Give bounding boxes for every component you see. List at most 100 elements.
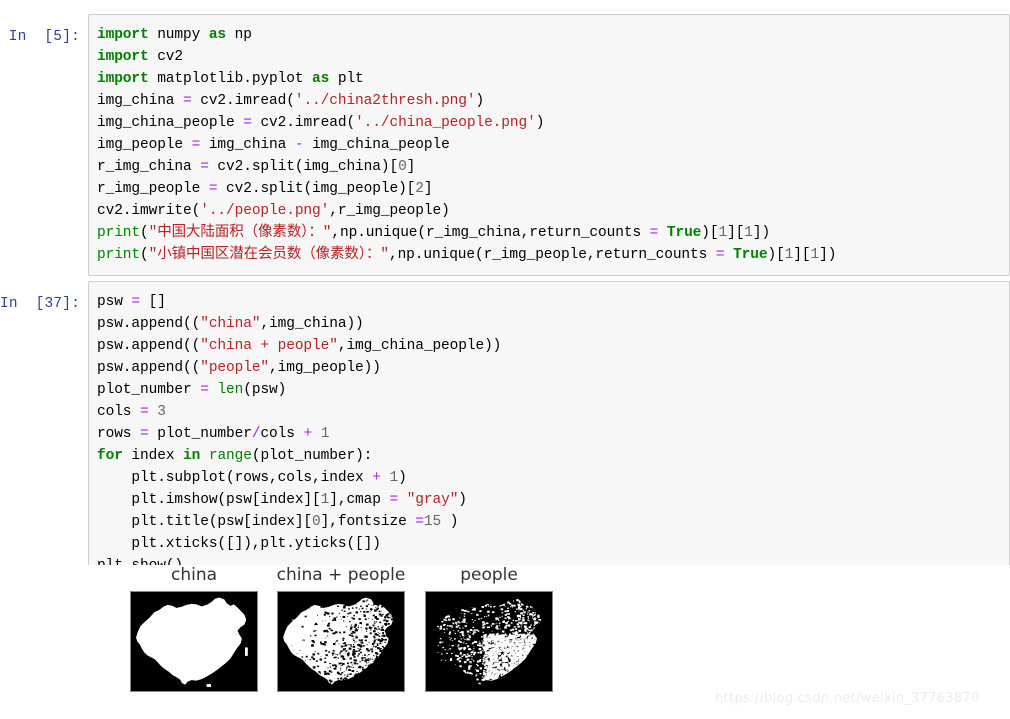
notebook-cell-2[interactable]: In [37]: psw = [] psw.append(("china",img… xyxy=(0,281,1010,587)
code-token: ][ xyxy=(793,247,811,263)
code-line: psw = [] xyxy=(97,291,1003,313)
code-token: ) xyxy=(535,115,545,131)
code-token: (psw) xyxy=(243,382,287,398)
code-token: 1 xyxy=(320,492,330,508)
code-token: '../people.png' xyxy=(200,203,330,219)
code-token: ] xyxy=(406,159,416,175)
code-token: 2 xyxy=(415,181,424,197)
code-token: ,r_img_people) xyxy=(329,203,450,219)
code-token: print xyxy=(97,247,141,263)
code-token: "china + people" xyxy=(200,338,338,354)
code-line: r_img_people = cv2.split(img_people)[2] xyxy=(97,178,1003,200)
code-token: cols xyxy=(260,426,304,442)
code-line: rows = plot_number/cols + 1 xyxy=(97,423,1003,445)
code-token: img_china xyxy=(200,137,295,153)
cell-2-code-editor[interactable]: psw = [] psw.append(("china",img_china)) p… xyxy=(88,281,1010,587)
code-token: plt.subplot(rows,cols,index xyxy=(97,470,373,486)
code-token: ]) xyxy=(752,225,771,241)
code-token: psw.append(( xyxy=(97,316,201,332)
code-token: plt.imshow(psw[index][ xyxy=(97,492,321,508)
code-line: print("小镇中国区潜在会员数（像素数）：",np.unique(r_img… xyxy=(97,244,1003,266)
code-token: ][ xyxy=(727,225,745,241)
subplot-image xyxy=(277,591,405,692)
code-line: plot_number = len(psw) xyxy=(97,379,1003,401)
code-token: = xyxy=(389,492,399,508)
code-token: plot_number xyxy=(97,382,201,398)
cell-1-code-editor[interactable]: import numpy as np import cv2 import matpl… xyxy=(88,14,1010,276)
code-token: 0 xyxy=(312,514,321,530)
code-token: ,np.unique(r_img_china,return_counts xyxy=(331,225,650,241)
code-token: = xyxy=(200,382,209,398)
notebook-cell-1[interactable]: In [5]: import numpy as np import cv2 impo… xyxy=(0,14,1010,276)
code-token: ,np.unique(r_img_people,return_counts xyxy=(388,247,716,263)
code-token: 1 xyxy=(718,225,728,241)
code-token: ]) xyxy=(819,247,837,263)
code-token: 0 xyxy=(398,159,407,175)
code-token: cv2 xyxy=(148,49,184,65)
code-line: plt.imshow(psw[index][1],cmap = "gray") xyxy=(97,489,1003,511)
code-token: + xyxy=(372,470,381,486)
code-token: img_china xyxy=(97,93,184,109)
code-token: "people" xyxy=(200,360,270,376)
code-token: plt xyxy=(329,71,364,87)
code-token: '../china_people.png' xyxy=(355,115,536,131)
code-line: for index in range(plot_number): xyxy=(97,445,1003,467)
code-token: import xyxy=(97,49,149,65)
code-token: True xyxy=(733,247,768,263)
code-line: import matplotlib.pyplot as plt xyxy=(97,68,1003,90)
code-token: index xyxy=(122,448,184,464)
code-token: "小镇中国区潜在会员数（像素数）：" xyxy=(148,247,389,263)
code-line: cv2.imwrite('../people.png',r_img_people… xyxy=(97,200,1003,222)
code-token: "中国大陆面积（像素数）：" xyxy=(148,225,332,241)
code-line: img_people = img_china - img_china_peopl… xyxy=(97,134,1003,156)
code-token: ],fontsize xyxy=(320,514,416,530)
code-line: img_china_people = cv2.imread('../china_… xyxy=(97,112,1003,134)
code-line: plt.title(psw[index][0],fontsize =15 ) xyxy=(97,511,1003,533)
code-token: = xyxy=(191,137,201,153)
code-token: import xyxy=(97,27,149,43)
code-token: '../china2thresh.png' xyxy=(294,93,476,109)
cell-2-prompt-label: In [37]: xyxy=(0,296,81,312)
code-token: "china" xyxy=(200,316,261,332)
code-token: 1 xyxy=(784,247,794,263)
code-token: = xyxy=(649,225,659,241)
code-token: cols xyxy=(97,404,141,420)
blog-watermark: https://blog.csdn.net/weixin_37763870 xyxy=(715,691,980,706)
subplot-image xyxy=(130,591,258,692)
code-token: ,img_china_people)) xyxy=(337,338,502,354)
code-token: cv2.split(img_china)[ xyxy=(208,159,399,175)
code-token: )[ xyxy=(701,225,719,241)
code-token: plt.title(psw[index][ xyxy=(97,514,313,530)
code-token: r_img_people xyxy=(97,181,209,197)
code-line: psw.append(("china",img_china)) xyxy=(97,313,1003,335)
code-token: [] xyxy=(140,294,166,310)
code-line: img_china = cv2.imread('../china2thresh.… xyxy=(97,90,1003,112)
code-token: 3 xyxy=(157,404,166,420)
code-token: ( xyxy=(140,225,149,241)
code-token: r_img_china xyxy=(97,159,201,175)
code-token: img_china_people xyxy=(303,137,450,153)
code-token: plot_number xyxy=(148,426,252,442)
code-token: 1 xyxy=(320,426,330,442)
code-token: print xyxy=(97,225,141,241)
code-token: cv2.imread( xyxy=(251,115,356,131)
cell-1-prompt-label: In [5]: xyxy=(8,29,80,45)
code-line: import cv2 xyxy=(97,46,1003,68)
code-token: rows xyxy=(97,426,141,442)
code-token: range xyxy=(208,448,252,464)
code-line: psw.append(("people",img_people)) xyxy=(97,357,1003,379)
code-token: psw.append(( xyxy=(97,338,201,354)
code-token: as xyxy=(312,71,330,87)
code-token: (plot_number): xyxy=(251,448,373,464)
code-token: psw xyxy=(97,294,132,310)
code-token: ] xyxy=(423,181,433,197)
code-token: 1 xyxy=(810,247,820,263)
code-line: r_img_china = cv2.split(img_china)[0] xyxy=(97,156,1003,178)
code-token: cv2.imread( xyxy=(191,93,295,109)
code-token: ,img_china)) xyxy=(260,316,364,332)
